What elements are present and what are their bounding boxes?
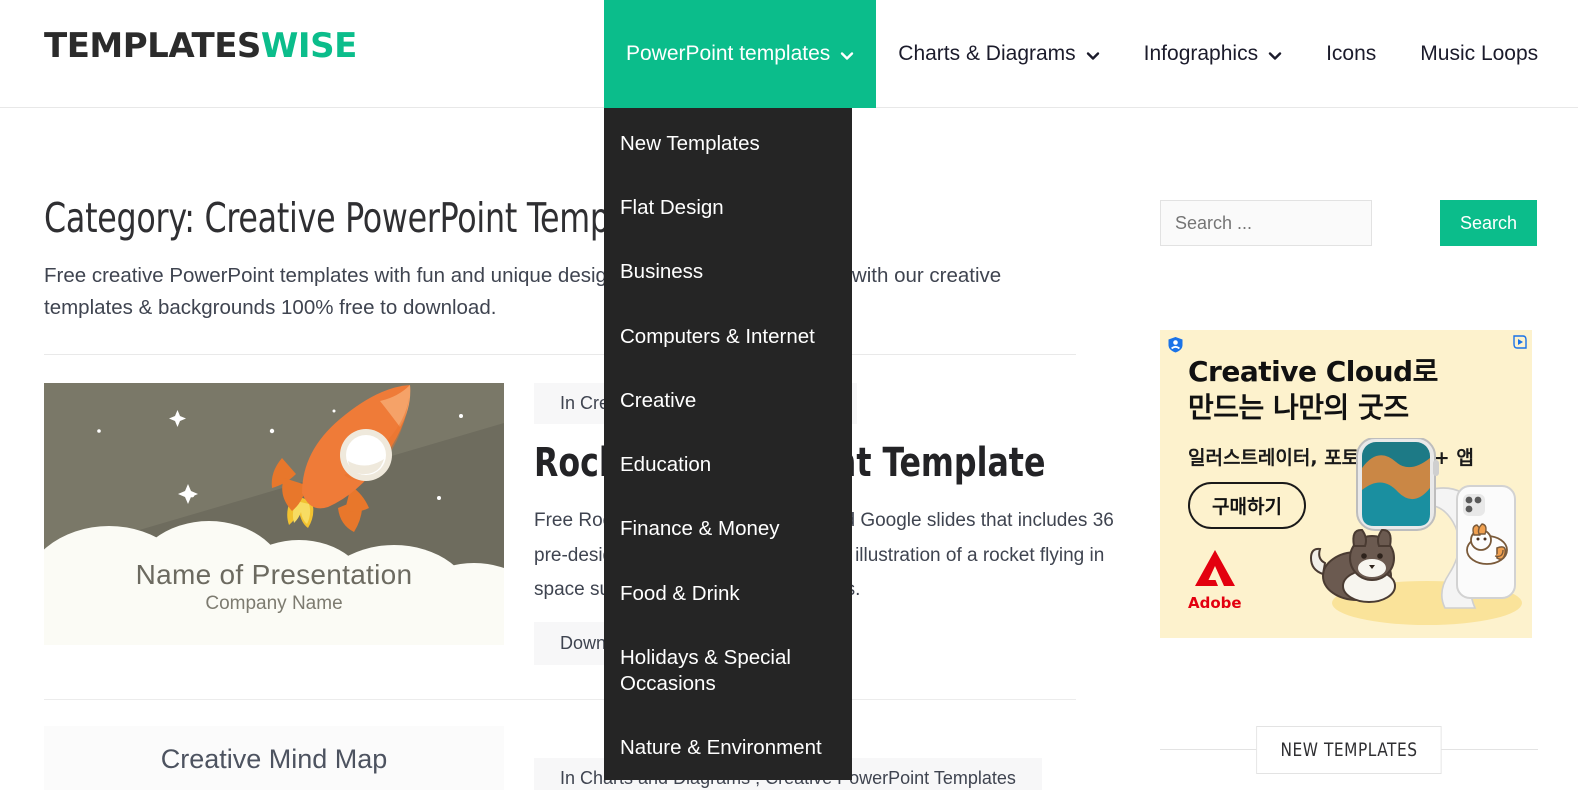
nav-label: PowerPoint templates	[626, 42, 831, 65]
main-navigation: PowerPoint templates Charts & Diagrams I…	[604, 0, 1560, 108]
new-templates-label: NEW TEMPLATES	[1256, 726, 1442, 774]
dropdown-item-creative[interactable]: Creative	[604, 379, 852, 423]
dropdown-item-flat-design[interactable]: Flat Design	[604, 186, 852, 230]
post-thumbnail-mindmap[interactable]: Creative Mind Map	[44, 725, 504, 790]
search-input[interactable]	[1160, 200, 1372, 246]
search-button[interactable]: Search	[1440, 200, 1537, 246]
dropdown-item-business[interactable]: Business	[604, 250, 852, 294]
ad-privacy-icon[interactable]	[1167, 336, 1184, 353]
dropdown-item-food-drink[interactable]: Food & Drink	[604, 572, 852, 616]
category-description: Free creative PowerPoint templates with …	[44, 264, 1002, 319]
chevron-down-icon	[1086, 49, 1100, 63]
nav-item-infographics[interactable]: Infographics	[1122, 0, 1304, 108]
dropdown-item-computers-internet[interactable]: Computers & Internet	[604, 315, 852, 359]
search-form: Search	[1160, 200, 1538, 246]
thumbnail-caption-line1: Name of Presentation	[135, 558, 413, 590]
site-logo[interactable]: TEMPLATESWISE	[44, 26, 357, 66]
new-templates-heading: NEW TEMPLATES	[1160, 726, 1538, 774]
ad-headline-line1: Creative Cloud로	[1188, 355, 1438, 388]
site-header: TEMPLATESWISE PowerPoint templates Chart…	[0, 0, 1578, 108]
page-root: TEMPLATESWISE PowerPoint templates Chart…	[0, 0, 1578, 790]
nav-item-icons[interactable]: Icons	[1304, 0, 1398, 108]
adobe-a-icon	[1194, 550, 1235, 586]
nav-item-charts-diagrams[interactable]: Charts & Diagrams	[876, 0, 1121, 108]
logo-text-primary: TEMPLATES	[44, 26, 261, 66]
divider	[44, 353, 1076, 355]
ad-product-illustration	[1309, 438, 1522, 625]
ad-headline: Creative Cloud로 만드는 나만의 굿즈	[1188, 354, 1438, 426]
ad-headline-line2: 만드는 나만의 굿즈	[1188, 390, 1409, 424]
nav-label: Infographics	[1143, 42, 1259, 65]
post-thumbnail-rocket[interactable]: Name of Presentation Company Name	[44, 382, 504, 645]
divider	[44, 698, 1076, 700]
powerpoint-templates-dropdown: New Templates Flat Design Business Compu…	[604, 108, 852, 780]
logo-text-accent: WISE	[260, 26, 357, 66]
nav-label: Icons	[1326, 42, 1377, 65]
dropdown-item-education[interactable]: Education	[604, 443, 852, 487]
dropdown-item-nature-environment[interactable]: Nature & Environment	[604, 726, 852, 770]
adchoices-icon[interactable]	[1512, 334, 1528, 350]
post-item: Creative Mind Map In Charts and Diagrams…	[44, 725, 1076, 790]
nav-label: Music Loops	[1420, 42, 1539, 65]
ad-cta-button[interactable]: 구매하기	[1188, 482, 1306, 529]
adobe-wordmark: Adobe	[1188, 594, 1242, 612]
thumbnail-caption: Name of Presentation Company Name	[44, 559, 504, 615]
thumbnail-caption-line2: Company Name	[205, 592, 343, 614]
adobe-logo: Adobe	[1188, 549, 1242, 612]
post-item: Name of Presentation Company Name In Cre…	[44, 382, 1114, 665]
chevron-down-icon	[840, 49, 854, 63]
sidebar: Search Creative Cloud로 만드는 나만의 굿즈 일러스트레이…	[1120, 108, 1578, 790]
dropdown-item-new-templates[interactable]: New Templates	[604, 122, 852, 166]
dropdown-item-finance-money[interactable]: Finance & Money	[604, 507, 852, 551]
main-content: Category: Creative PowerPoint Templates …	[0, 108, 1120, 790]
dropdown-item-holidays-special-occasions[interactable]: Holidays & Special Occasions	[604, 636, 852, 706]
nav-item-music-loops[interactable]: Music Loops	[1398, 0, 1560, 108]
chevron-down-icon	[1268, 49, 1282, 63]
nav-label: Charts & Diagrams	[898, 42, 1076, 65]
nav-item-powerpoint-templates[interactable]: PowerPoint templates	[604, 0, 877, 108]
thumbnail-caption-line1: Creative Mind Map	[160, 743, 388, 774]
advertisement-banner[interactable]: Creative Cloud로 만드는 나만의 굿즈 일러스트레이터, 포토샵 …	[1160, 330, 1532, 638]
